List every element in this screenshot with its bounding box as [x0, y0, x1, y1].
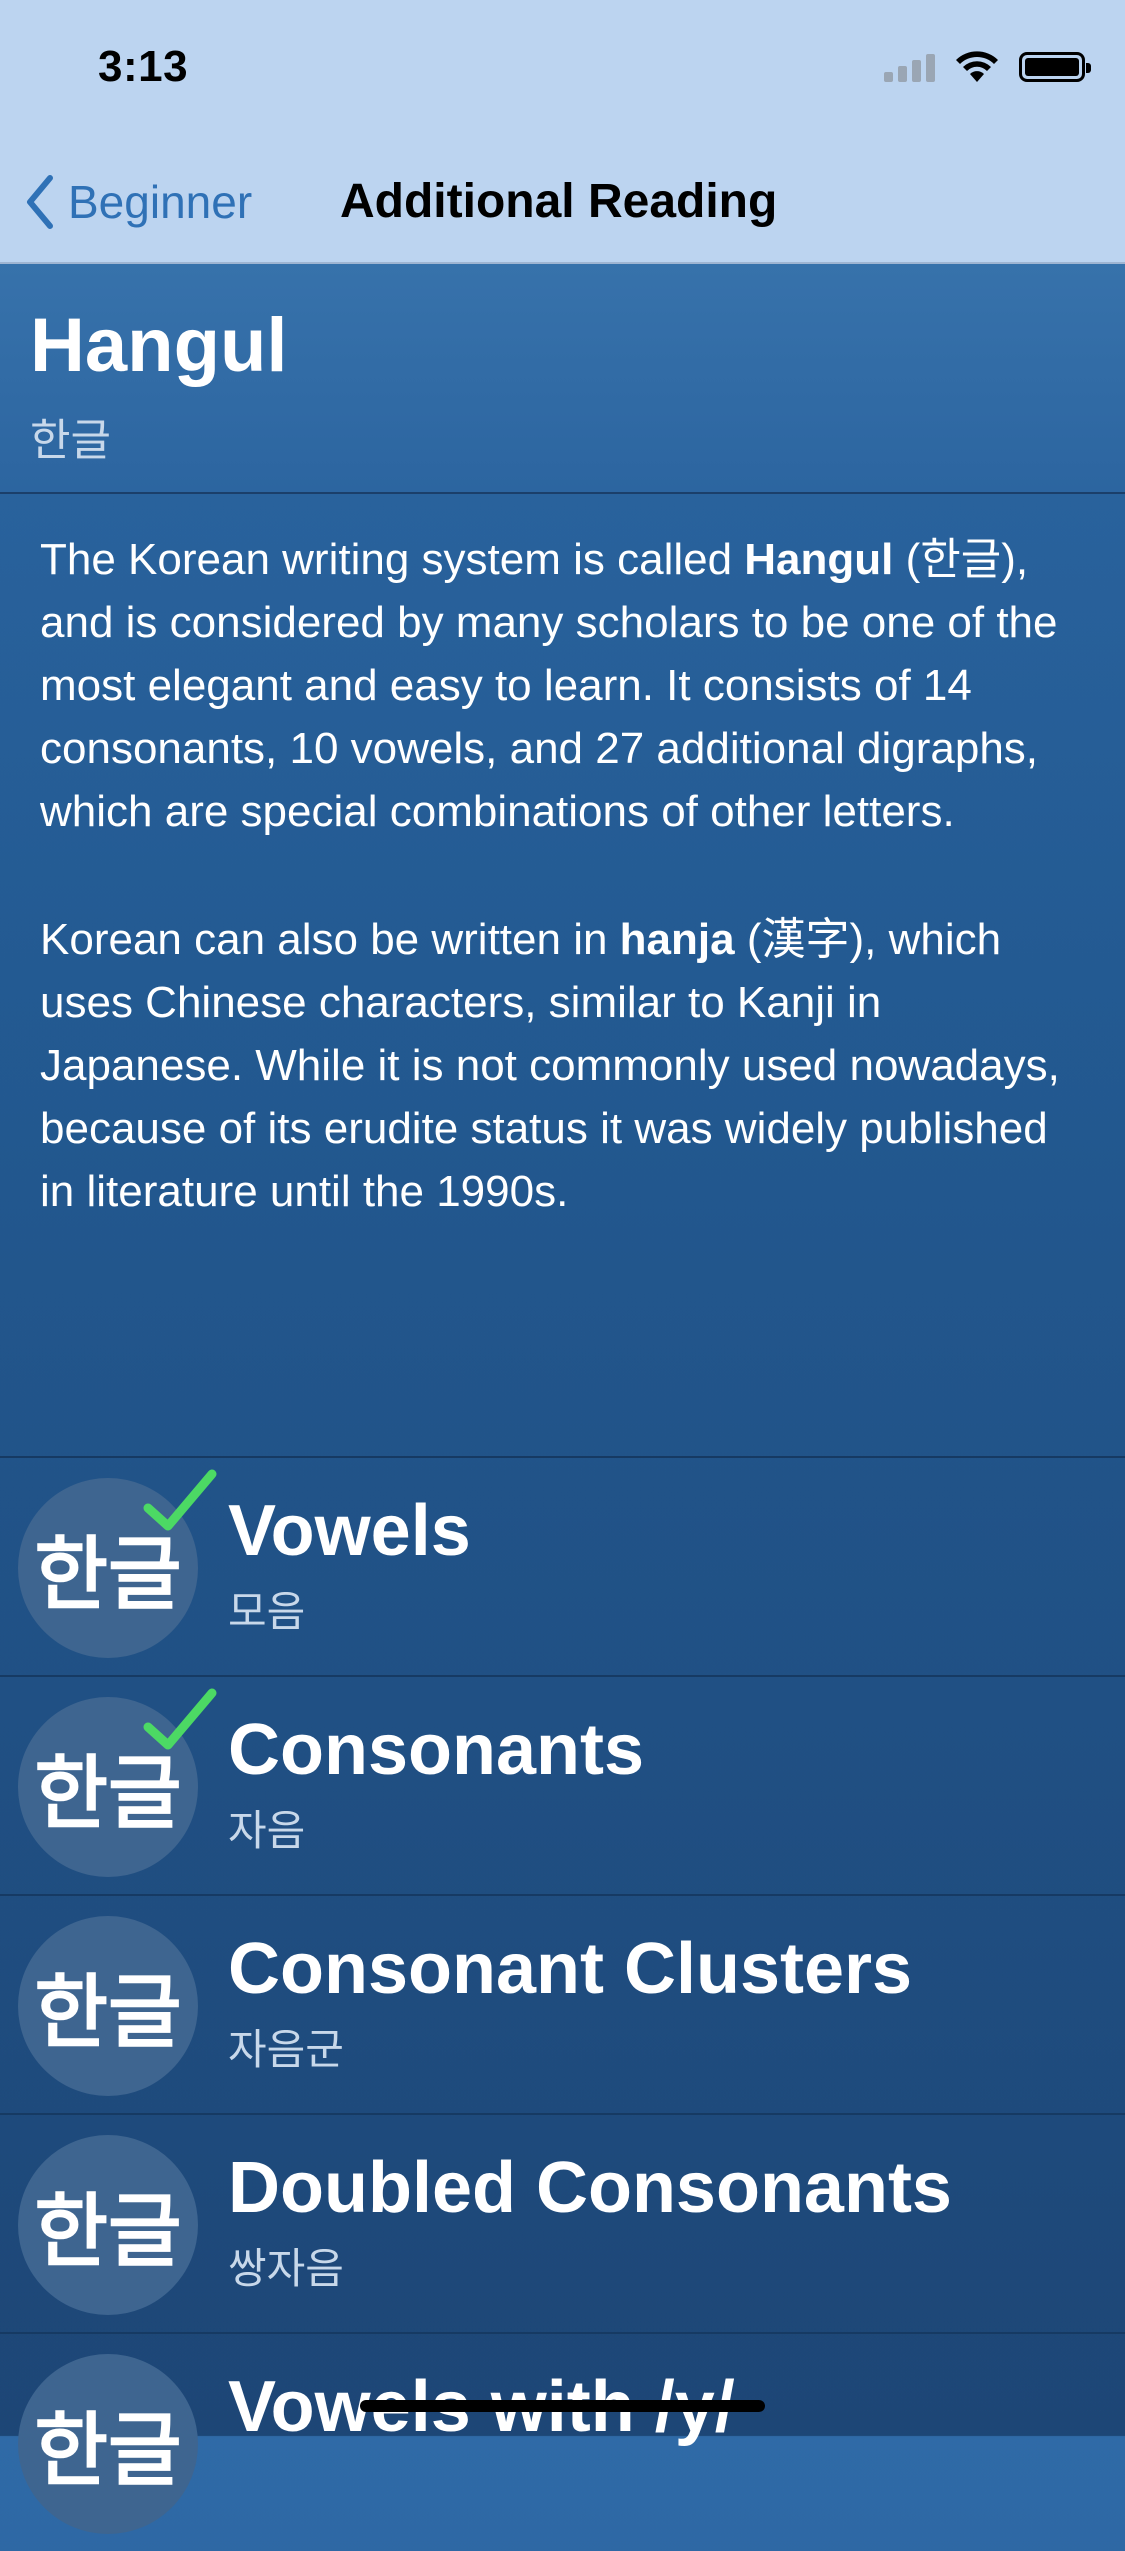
home-indicator[interactable]	[360, 2400, 765, 2412]
paragraph-2: Korean can also be written in hanja (漢字)…	[40, 908, 1080, 1223]
paragraph-2-bold-term: hanja	[619, 915, 735, 964]
back-button[interactable]: Beginner	[24, 166, 252, 238]
lesson-title: Vowels	[228, 1491, 471, 1571]
wifi-icon	[956, 51, 998, 82]
lesson-subtitle: 모음	[228, 1588, 306, 1635]
lesson-subtitle: 자음	[228, 1807, 306, 1854]
paragraph-1-bold-term: Hangul	[744, 535, 894, 584]
paragraph-1: The Korean writing system is called Hang…	[40, 528, 1080, 843]
checkmark-icon	[143, 1688, 217, 1750]
hangul-icon: 한글	[18, 2135, 198, 2315]
page-title: Additional Reading	[340, 175, 778, 228]
section-subtitle: 한글	[30, 416, 111, 465]
lesson-list: 한글 Vowels 모음 한글 Consonants 자음 한글 Consona…	[0, 1456, 1125, 2551]
lesson-title: Consonant Clusters	[228, 1929, 913, 2009]
hangul-icon: 한글	[18, 2354, 198, 2534]
section-title: Hangul	[30, 303, 288, 388]
list-item[interactable]: 한글 Doubled Consonants 쌍자음	[0, 2113, 1125, 2332]
status-time: 3:13	[98, 42, 189, 91]
lesson-title: Doubled Consonants	[228, 2148, 952, 2228]
lesson-subtitle: 쌍자음	[228, 2245, 344, 2292]
cellular-signal-icon	[884, 52, 935, 82]
lesson-title: Consonants	[228, 1710, 645, 1790]
navigation-bar: Beginner Additional Reading	[0, 140, 1125, 264]
back-button-label: Beginner	[68, 176, 253, 228]
paragraph-1-text-start: The Korean writing system is called	[40, 535, 745, 584]
list-item[interactable]: 한글 Vowels 모음	[0, 1456, 1125, 1675]
status-bar: 3:13	[0, 0, 1125, 140]
checkmark-icon	[143, 1469, 217, 1531]
hangul-icon: 한글	[18, 1916, 198, 2096]
list-item[interactable]: 한글 Consonant Clusters 자음군	[0, 1894, 1125, 2113]
list-item[interactable]: 한글 Vowels with /y/	[0, 2332, 1125, 2551]
lesson-subtitle: 자음군	[228, 2026, 344, 2073]
battery-icon	[1019, 52, 1091, 82]
article-text: The Korean writing system is called Hang…	[40, 528, 1080, 1288]
section-header: Hangul 한글	[0, 264, 1125, 494]
chevron-left-icon	[27, 175, 53, 229]
list-item[interactable]: 한글 Consonants 자음	[0, 1675, 1125, 1894]
paragraph-2-text-start: Korean can also be written in	[40, 915, 620, 964]
status-icons	[884, 50, 1091, 84]
